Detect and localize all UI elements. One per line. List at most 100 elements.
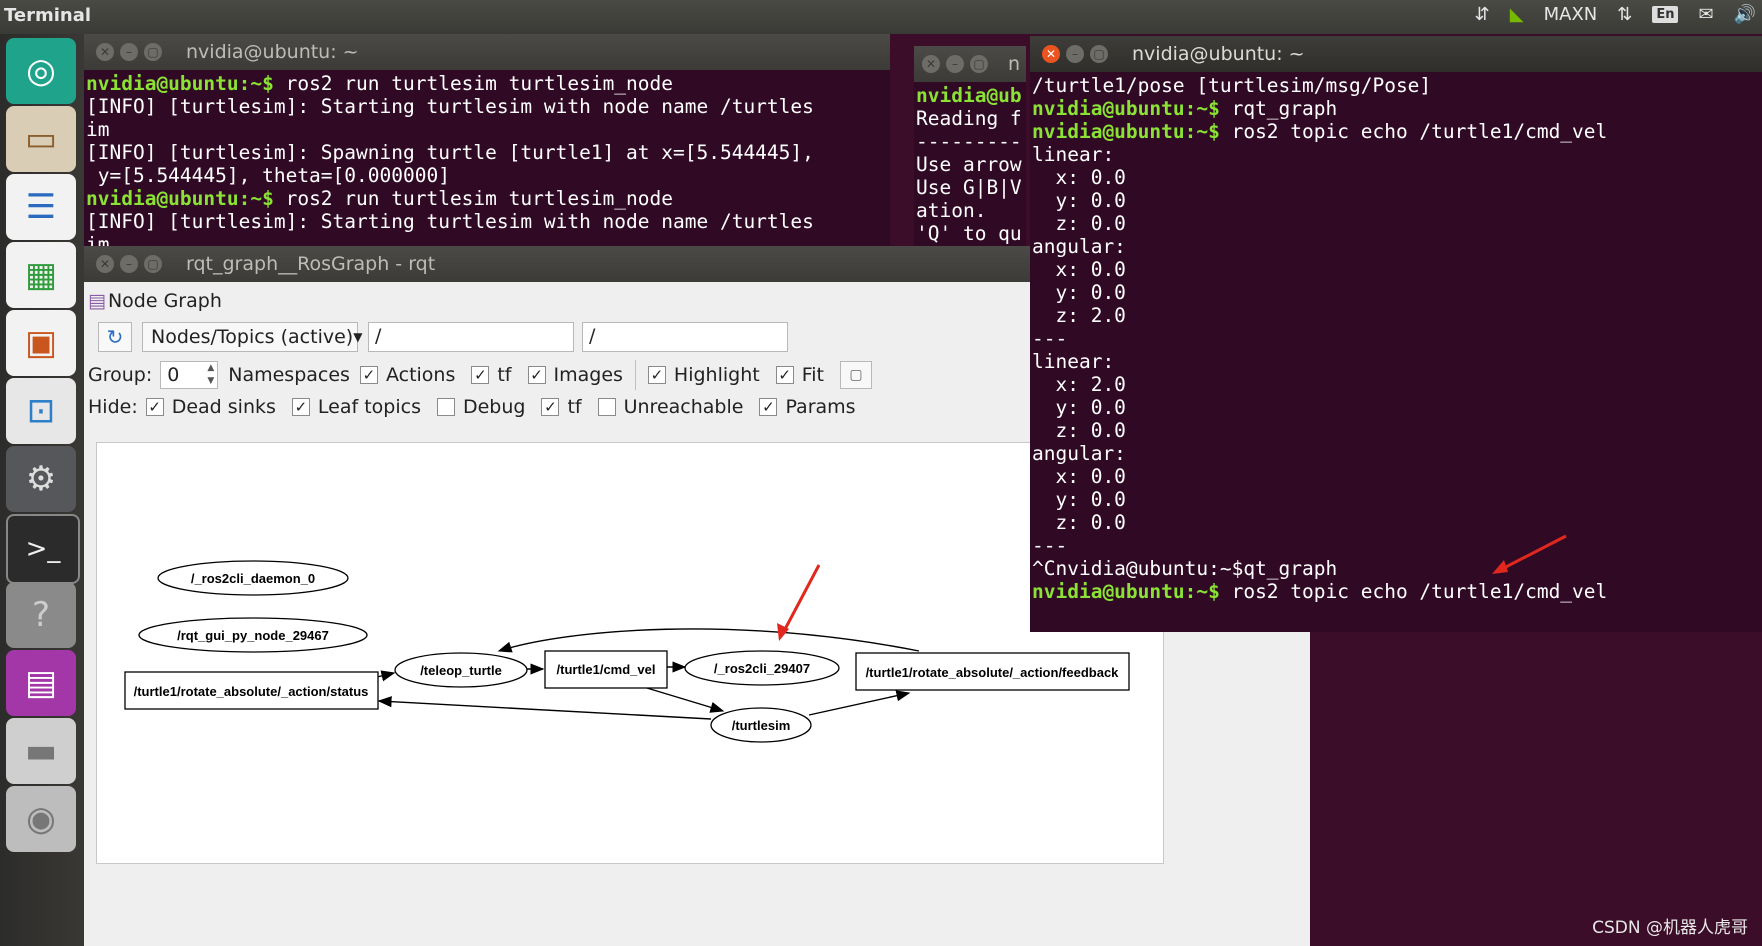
params-checkbox[interactable]: ✓: [759, 398, 778, 416]
topic-filter-input[interactable]: /: [582, 322, 788, 352]
launcher: ◎ ▭ ☰ ▦ ▣ ⊡ ⚙ >_ ? ▤ ▬ ◉: [0, 34, 84, 946]
highlight-checkbox[interactable]: ✓: [647, 366, 666, 384]
fit-view-button[interactable]: ▢: [839, 361, 872, 389]
close-icon[interactable]: ✕: [96, 255, 114, 273]
calc-icon[interactable]: ▦: [6, 242, 76, 308]
app-title: Terminal: [4, 5, 92, 26]
unreachable-label: Unreachable: [623, 396, 744, 418]
shell-prompt: nvidia@ub: [916, 84, 1022, 107]
volume-icon[interactable]: 🔊: [1734, 4, 1756, 25]
dead-sinks-checkbox[interactable]: ✓: [145, 398, 164, 416]
terminal-line: ---------: [916, 130, 1026, 153]
terminal-line: x: 0.0: [1032, 166, 1762, 189]
terminal-output[interactable]: /turtle1/pose [turtlesim/msg/Pose] nvidia…: [1030, 72, 1762, 632]
ros-graph: /_ros2cli_daemon_0 /rqt_gui_py_node_2946…: [124, 560, 1130, 743]
keyboard-layout-indicator[interactable]: En: [1652, 6, 1679, 23]
minimize-icon[interactable]: –: [120, 255, 138, 273]
maximize-icon[interactable]: ▢: [144, 255, 162, 273]
terminal-text: [INFO] [turtlesim]: Starting turtlesim w…: [86, 210, 814, 233]
terminal-text: y=[5.544445], theta=[0.000000]: [86, 164, 450, 187]
terminal-output[interactable]: nvidia@ub Reading f --------- Use arrow Use …: [914, 82, 1026, 246]
namespaces-checkbox[interactable]: ✓: [359, 366, 378, 384]
shell-prompt: nvidia@ubuntu:~$: [86, 72, 274, 95]
edge-turtlesim-status: [377, 696, 712, 720]
terminal-line: 'Q' to qu: [916, 222, 1026, 245]
images-checkbox[interactable]: ✓: [527, 366, 546, 384]
disk-icon[interactable]: ▬: [6, 718, 76, 784]
annotation-arrow-graph: [781, 564, 821, 634]
minimize-icon[interactable]: –: [1066, 45, 1084, 63]
terminal-line: im: [86, 233, 890, 246]
tf-group-checkbox[interactable]: ✓: [471, 366, 490, 384]
edge-turtlesim-feedback: [808, 690, 911, 716]
plugin-title: Node Graph: [107, 290, 222, 312]
filter-toolbar: ↻ Nodes/Topics (active) ▼ / /: [98, 322, 788, 352]
terminal-icon[interactable]: >_: [6, 514, 80, 584]
terminal-text: angular:: [1032, 442, 1126, 465]
terminal-line: nvidia@ub: [916, 84, 1026, 107]
power-mode-label[interactable]: MAXN: [1544, 4, 1598, 25]
shell-prompt: nvidia@ubuntu:~$: [1032, 580, 1220, 603]
terminal-text: z: 0.0: [1032, 419, 1126, 442]
settings-icon[interactable]: ⚙: [6, 446, 76, 512]
terminal-text: angular:: [1032, 235, 1126, 258]
topic-status-label: /turtle1/rotate_absolute/_action/status: [134, 684, 369, 699]
terminal-line: y: 0.0: [1032, 396, 1762, 419]
network-icon[interactable]: ⇵: [1475, 4, 1490, 25]
window-title: nvidia@ubuntu: ~: [1132, 43, 1305, 65]
debug-label: Debug: [462, 396, 526, 418]
maximize-icon[interactable]: ▢: [144, 43, 162, 61]
terminal-line: nvidia@ubuntu:~$ ros2 topic echo /turtle…: [1032, 580, 1762, 603]
close-icon[interactable]: ✕: [922, 55, 940, 73]
leaf-topics-checkbox[interactable]: ✓: [291, 398, 310, 416]
unreachable-checkbox[interactable]: [597, 398, 616, 416]
terminal-text: [INFO] [turtlesim]: Spawning turtle [tur…: [86, 141, 814, 164]
graph-canvas[interactable]: /_ros2cli_daemon_0 /rqt_gui_py_node_2946…: [96, 442, 1164, 864]
maximize-icon[interactable]: ▢: [970, 55, 988, 73]
graph-mode-select[interactable]: Nodes/Topics (active) ▼: [142, 322, 362, 352]
terminal-output[interactable]: nvidia@ubuntu:~$ ros2 run turtlesim turt…: [84, 70, 890, 246]
window-title: n: [1008, 53, 1021, 75]
terminal-line: nvidia@ubuntu:~$ rqt_graph: [1032, 97, 1762, 120]
node-filter-input[interactable]: /: [368, 322, 574, 352]
drive-icon[interactable]: ◉: [6, 786, 76, 852]
terminal-text: y: 0.0: [1032, 281, 1126, 304]
tf-hide-label: tf: [567, 396, 582, 418]
terminal-line: nvidia@ubuntu:~$ ros2 topic echo /turtle…: [1032, 120, 1762, 143]
fit-checkbox[interactable]: ✓: [775, 366, 794, 384]
tf-hide-checkbox[interactable]: ✓: [541, 398, 560, 416]
rqt-icon[interactable]: ▤: [6, 650, 76, 716]
terminal-text: /turtle1/pose [turtlesim/msg/Pose]: [1032, 74, 1432, 97]
writer-icon[interactable]: ☰: [6, 174, 76, 240]
terminal-window-teleop: ✕ – ▢ n nvidia@ub Reading f --------- Use a…: [914, 46, 1026, 246]
terminal-line: ation.: [916, 199, 1026, 222]
terminal-line: Use G|B|V: [916, 176, 1026, 199]
terminal-line: y: 0.0: [1032, 189, 1762, 212]
minimize-icon[interactable]: –: [120, 43, 138, 61]
close-icon[interactable]: ✕: [96, 43, 114, 61]
terminal-line: Reading f: [916, 107, 1026, 130]
terminal-line: linear:: [1032, 143, 1762, 166]
terminal-text: x: 0.0: [1032, 258, 1126, 281]
help-icon[interactable]: ?: [6, 582, 76, 648]
debug-checkbox[interactable]: [436, 398, 455, 416]
software-icon[interactable]: ⊡: [6, 378, 76, 444]
dead-sinks-label: Dead sinks: [171, 396, 276, 418]
maximize-icon[interactable]: ▢: [1090, 45, 1108, 63]
terminal-line: y: 0.0: [1032, 281, 1762, 304]
nvidia-icon[interactable]: ◣: [1510, 4, 1524, 25]
terminal-line: z: 0.0: [1032, 212, 1762, 235]
transfer-icon[interactable]: ⇅: [1617, 4, 1632, 25]
fit-label: Fit: [801, 364, 824, 386]
mail-icon[interactable]: ✉: [1698, 4, 1713, 25]
terminal-text: linear:: [1032, 350, 1115, 373]
close-icon[interactable]: ✕: [1042, 45, 1060, 63]
files-icon[interactable]: ▭: [6, 106, 76, 172]
impress-icon[interactable]: ▣: [6, 310, 76, 376]
edge-feedback-teleop: [497, 628, 920, 653]
group-spinbox[interactable]: 0 ▲ ▼: [160, 361, 219, 389]
node-graph-plugin-icon: ▤: [88, 290, 106, 312]
refresh-button[interactable]: ↻: [98, 322, 132, 352]
minimize-icon[interactable]: –: [946, 55, 964, 73]
ubuntu-icon[interactable]: ◎: [6, 38, 76, 104]
